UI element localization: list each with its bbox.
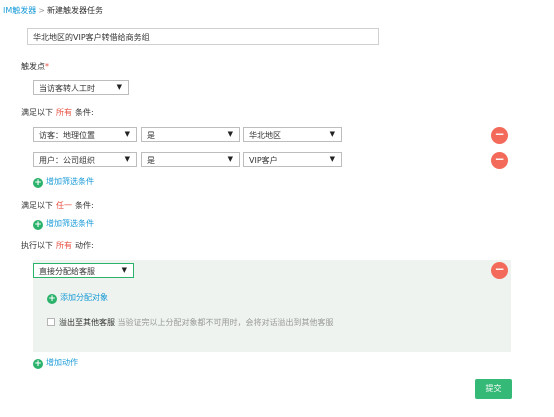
add-any-condition-label: 增加筛选条件 xyxy=(46,219,94,228)
plus-circle-icon: + xyxy=(33,178,43,188)
condition-value-value: 华北地区 xyxy=(249,131,281,140)
all-conditions-suffix: 条件: xyxy=(75,108,94,117)
caret-down-icon: ▼ xyxy=(121,266,127,274)
breadcrumb-current: 新建触发器任务 xyxy=(46,6,103,15)
caret-down-icon: ▼ xyxy=(227,155,233,163)
plus-circle-icon: + xyxy=(47,294,57,304)
add-assign-target-link[interactable]: + 添加分配对象 xyxy=(47,292,108,304)
action-type-select[interactable]: 直接分配给客服 ▼ xyxy=(33,263,134,278)
breadcrumb-separator: > xyxy=(38,6,45,15)
submit-button[interactable]: 提交 xyxy=(475,379,512,399)
overflow-checkbox[interactable] xyxy=(47,318,55,326)
required-mark: * xyxy=(45,62,49,71)
plus-circle-icon: + xyxy=(33,359,43,369)
condition-operator-value: 是 xyxy=(147,156,155,165)
action-type-value: 直接分配给客服 xyxy=(39,267,95,276)
any-conditions-keyword: 任一 xyxy=(56,201,72,210)
trigger-select-value: 当访客转人工时 xyxy=(39,84,95,93)
minus-circle-icon: − xyxy=(494,152,505,166)
add-action-label: 增加动作 xyxy=(46,358,78,367)
actions-keyword: 所有 xyxy=(56,241,72,250)
condition-field-select[interactable]: 用户：公司组织 ▼ xyxy=(33,152,137,167)
trigger-label-text: 触发点 xyxy=(21,62,45,71)
add-all-condition-link[interactable]: + 增加筛选条件 xyxy=(33,176,94,188)
condition-operator-value: 是 xyxy=(147,131,155,140)
add-any-condition-link[interactable]: + 增加筛选条件 xyxy=(33,218,94,230)
actions-heading: 执行以下 所有 动作: xyxy=(21,240,94,251)
trigger-label: 触发点* xyxy=(21,61,49,72)
any-conditions-prefix: 满足以下 xyxy=(21,201,53,210)
remove-action-button[interactable]: − xyxy=(491,262,508,279)
condition-value-select[interactable]: 华北地区 ▼ xyxy=(243,127,342,142)
caret-down-icon: ▼ xyxy=(116,83,122,91)
breadcrumb: IM触发器 > 新建触发器任务 xyxy=(3,5,103,16)
actions-suffix: 动作: xyxy=(75,241,94,250)
actions-prefix: 执行以下 xyxy=(21,241,53,250)
minus-circle-icon: − xyxy=(494,262,505,276)
caret-down-icon: ▼ xyxy=(124,155,130,163)
task-name-input[interactable]: 华北地区的VIP客户转借给商务组 xyxy=(27,28,379,45)
breadcrumb-parent-link[interactable]: IM触发器 xyxy=(3,6,36,15)
condition-field-value: 访客：地理位置 xyxy=(39,131,95,140)
condition-field-value: 用户：公司组织 xyxy=(39,156,95,165)
any-conditions-heading: 满足以下 任一 条件: xyxy=(21,200,94,211)
trigger-select[interactable]: 当访客转人工时 ▼ xyxy=(33,80,129,95)
overflow-label: 溢出至其他客服 xyxy=(59,318,115,327)
all-conditions-keyword: 所有 xyxy=(56,108,72,117)
any-conditions-suffix: 条件: xyxy=(75,201,94,210)
all-conditions-prefix: 满足以下 xyxy=(21,108,53,117)
caret-down-icon: ▼ xyxy=(227,130,233,138)
condition-operator-select[interactable]: 是 ▼ xyxy=(141,152,240,167)
plus-circle-icon: + xyxy=(33,220,43,230)
add-assign-target-label: 添加分配对象 xyxy=(60,293,108,302)
add-action-link[interactable]: + 增加动作 xyxy=(33,357,78,369)
caret-down-icon: ▼ xyxy=(329,130,335,138)
overflow-hint: 当验证完以上分配对象都不可用时，会将对话溢出到其他客服 xyxy=(117,318,334,327)
all-conditions-heading: 满足以下 所有 条件: xyxy=(21,107,94,118)
condition-value-select[interactable]: VIP客户 ▼ xyxy=(243,152,342,167)
remove-condition-button[interactable]: − xyxy=(491,152,508,169)
caret-down-icon: ▼ xyxy=(329,155,335,163)
remove-condition-button[interactable]: − xyxy=(491,127,508,144)
condition-value-value: VIP客户 xyxy=(249,156,278,165)
condition-operator-select[interactable]: 是 ▼ xyxy=(141,127,240,142)
add-all-condition-label: 增加筛选条件 xyxy=(46,177,94,186)
condition-field-select[interactable]: 访客：地理位置 ▼ xyxy=(33,127,137,142)
minus-circle-icon: − xyxy=(494,127,505,141)
caret-down-icon: ▼ xyxy=(124,130,130,138)
overflow-option: 溢出至其他客服 当验证完以上分配对象都不可用时，会将对话溢出到其他客服 xyxy=(59,317,334,328)
